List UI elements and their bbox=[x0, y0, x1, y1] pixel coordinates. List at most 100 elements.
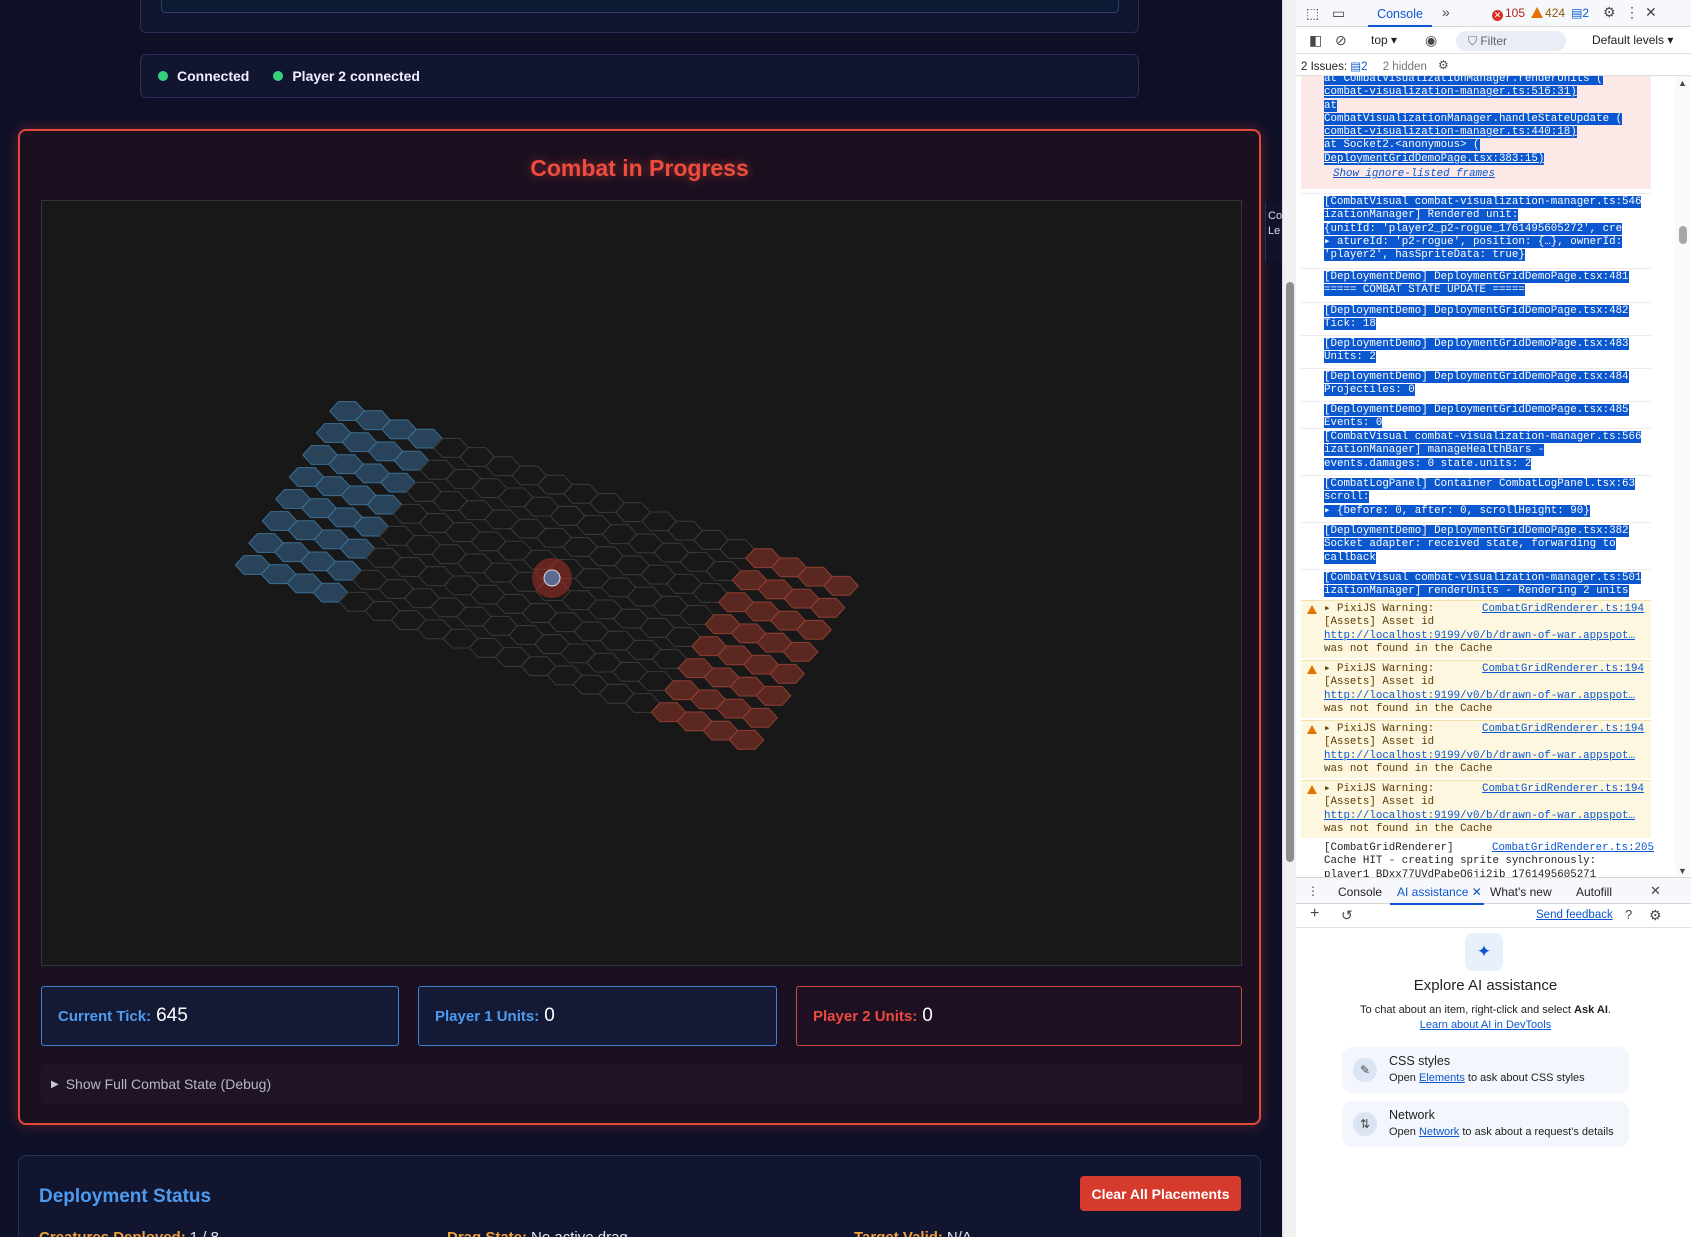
grid-hex[interactable] bbox=[496, 540, 533, 561]
grid-hex[interactable] bbox=[562, 537, 598, 557]
device-toolbar-icon[interactable]: ▭ bbox=[1332, 6, 1345, 20]
error-count[interactable]: ✕ 105 bbox=[1492, 6, 1525, 21]
grid-hex[interactable] bbox=[534, 634, 570, 655]
grid-hex[interactable] bbox=[445, 469, 482, 489]
warning-source-link[interactable]: CombatGridRenderer.ts:194 bbox=[1482, 783, 1644, 796]
grid-hex[interactable] bbox=[587, 599, 623, 620]
grid-hex[interactable] bbox=[666, 573, 702, 594]
log-entry[interactable]: [DeploymentDemo] DeploymentGridDemoPage.… bbox=[1324, 525, 1654, 565]
grid-hex[interactable] bbox=[485, 456, 521, 477]
grid-hex[interactable] bbox=[626, 586, 663, 607]
grid-hex[interactable] bbox=[510, 518, 546, 539]
grid-hex[interactable] bbox=[537, 474, 573, 495]
show-ignore-listed-link[interactable]: Show ignore-listed frames bbox=[1333, 168, 1495, 181]
drawer-tab-autofill[interactable]: Autofill bbox=[1576, 885, 1612, 899]
grid-hex[interactable] bbox=[378, 579, 414, 599]
grid-hex[interactable] bbox=[589, 493, 625, 513]
log-entry[interactable]: [CombatVisual combat-visualization-manag… bbox=[1324, 572, 1654, 599]
issues-settings-gear-icon[interactable]: ⚙ bbox=[1438, 58, 1449, 72]
grid-hex[interactable] bbox=[612, 661, 648, 682]
grid-hex[interactable] bbox=[574, 568, 611, 589]
warning-entry[interactable]: ▸ PixiJS Warning: CombatGridRenderer.ts:1… bbox=[1301, 720, 1651, 778]
grid-hex[interactable] bbox=[482, 615, 518, 636]
send-feedback-link[interactable]: Send feedback bbox=[1536, 909, 1613, 921]
grid-hex[interactable] bbox=[615, 502, 651, 523]
grid-hex[interactable] bbox=[469, 584, 506, 605]
warning-entry[interactable]: ▸ PixiJS Warning: CombatGridRenderer.ts:1… bbox=[1301, 660, 1651, 718]
close-devtools-icon[interactable]: ✕ bbox=[1645, 5, 1657, 19]
grid-hex[interactable] bbox=[561, 590, 597, 611]
settings-gear-icon[interactable]: ⚙ bbox=[1603, 5, 1616, 19]
more-tabs-icon[interactable]: » bbox=[1442, 5, 1450, 19]
log-levels-select[interactable]: Default levels ▾ bbox=[1592, 33, 1673, 47]
log-entry[interactable]: [DeploymentDemo] DeploymentGridDemoPage.… bbox=[1324, 305, 1654, 332]
new-chat-plus-icon[interactable]: + bbox=[1310, 906, 1319, 922]
grid-hex[interactable] bbox=[417, 566, 454, 587]
grid-hex[interactable] bbox=[431, 544, 467, 565]
ai-card-network[interactable]: ⇅ Network Open Network to ask about a re… bbox=[1342, 1101, 1629, 1147]
grid-hex[interactable] bbox=[470, 531, 507, 552]
grid-hex[interactable] bbox=[495, 593, 532, 614]
warning-source-link[interactable]: CombatGridRenderer.ts:194 bbox=[1482, 723, 1644, 736]
drawer-tab-whats-new[interactable]: What's new bbox=[1490, 885, 1552, 899]
learn-ai-link[interactable]: Learn about AI in DevTools bbox=[1420, 1019, 1551, 1031]
log-entry[interactable]: [DeploymentDemo] DeploymentGridDemoPage.… bbox=[1324, 271, 1654, 298]
console-scrollbar-thumb[interactable] bbox=[1679, 226, 1687, 244]
grid-hex[interactable] bbox=[653, 542, 690, 563]
grid-hex[interactable] bbox=[586, 652, 622, 673]
grid-hex[interactable] bbox=[640, 564, 676, 585]
grid-hex[interactable] bbox=[456, 606, 492, 627]
grid-hex[interactable] bbox=[614, 555, 650, 576]
grid-hex[interactable] bbox=[468, 637, 505, 658]
grid-hex[interactable] bbox=[693, 529, 729, 550]
grid-hex[interactable] bbox=[416, 619, 453, 640]
issues-count[interactable]: ▤2 bbox=[1350, 61, 1367, 73]
log-entry[interactable]: [CombatVisual combat-visualization-manag… bbox=[1324, 196, 1654, 262]
grid-hex[interactable] bbox=[546, 665, 583, 686]
warning-url-link[interactable]: http://localhost:9199/v0/b/drawn-of-war.… bbox=[1324, 750, 1644, 763]
last-log-source-link[interactable]: CombatGridRenderer.ts:205 bbox=[1492, 842, 1654, 855]
log-entry[interactable]: [CombatLogPanel] Container CombatLogPane… bbox=[1324, 478, 1654, 518]
grid-hex[interactable] bbox=[547, 612, 584, 633]
grid-hex[interactable] bbox=[652, 595, 689, 616]
elements-link[interactable]: Elements bbox=[1419, 1072, 1465, 1084]
grid-hex[interactable] bbox=[599, 630, 636, 651]
log-entry[interactable]: [DeploymentDemo] DeploymentGridDemoPage.… bbox=[1324, 371, 1654, 398]
inspect-element-icon[interactable]: ⬚ bbox=[1306, 6, 1319, 20]
grid-hex[interactable] bbox=[575, 515, 612, 535]
filter-input[interactable]: ⛉ Filter bbox=[1456, 31, 1566, 51]
warning-url-link[interactable]: http://localhost:9199/v0/b/drawn-of-war.… bbox=[1324, 810, 1644, 823]
grid-hex[interactable] bbox=[536, 527, 572, 548]
context-select[interactable]: top ▾ bbox=[1371, 33, 1397, 47]
grid-hex[interactable] bbox=[471, 478, 508, 499]
issues-bar[interactable]: 2 Issues: ▤2 2 hidden ⚙ bbox=[1296, 54, 1691, 76]
sidebar-toggle-icon[interactable]: ◧ bbox=[1309, 33, 1322, 47]
scroll-up-arrow-icon[interactable]: ▲ bbox=[1678, 76, 1687, 90]
grid-hex[interactable] bbox=[483, 562, 519, 583]
log-entry[interactable]: [DeploymentDemo] DeploymentGridDemoPage.… bbox=[1324, 404, 1654, 431]
grid-hex[interactable] bbox=[639, 617, 675, 638]
grid-hex[interactable] bbox=[549, 505, 586, 526]
scroll-down-arrow-icon[interactable]: ▼ bbox=[1678, 864, 1687, 878]
grid-hex[interactable] bbox=[444, 522, 481, 543]
grid-hex[interactable] bbox=[508, 625, 544, 645]
grid-hex[interactable] bbox=[563, 483, 599, 504]
grid-hex[interactable] bbox=[418, 513, 455, 533]
help-icon[interactable]: ? bbox=[1625, 908, 1632, 922]
grid-hex[interactable] bbox=[572, 674, 609, 695]
warning-source-link[interactable]: CombatGridRenderer.ts:194 bbox=[1482, 663, 1644, 676]
drawer-tab-console[interactable]: Console bbox=[1338, 885, 1382, 899]
grid-hex[interactable] bbox=[457, 553, 493, 574]
warning-source-link[interactable]: CombatGridRenderer.ts:194 bbox=[1482, 603, 1644, 616]
info-count[interactable]: ▤2 bbox=[1571, 6, 1589, 21]
live-expression-eye-icon[interactable]: ◉ bbox=[1425, 33, 1437, 47]
kebab-menu-icon[interactable]: ⋮ bbox=[1625, 5, 1639, 19]
grid-hex[interactable] bbox=[432, 491, 468, 511]
ai-card-css-styles[interactable]: ✎ CSS styles Open Elements to ask about … bbox=[1342, 1047, 1629, 1093]
grid-hex[interactable] bbox=[458, 500, 494, 521]
log-entry[interactable]: [DeploymentDemo] DeploymentGridDemoPage.… bbox=[1324, 338, 1654, 365]
grid-hex[interactable] bbox=[521, 603, 558, 623]
ai-settings-gear-icon[interactable]: ⚙ bbox=[1649, 908, 1662, 922]
grid-hex[interactable] bbox=[667, 520, 703, 541]
grid-hex[interactable] bbox=[390, 610, 427, 631]
